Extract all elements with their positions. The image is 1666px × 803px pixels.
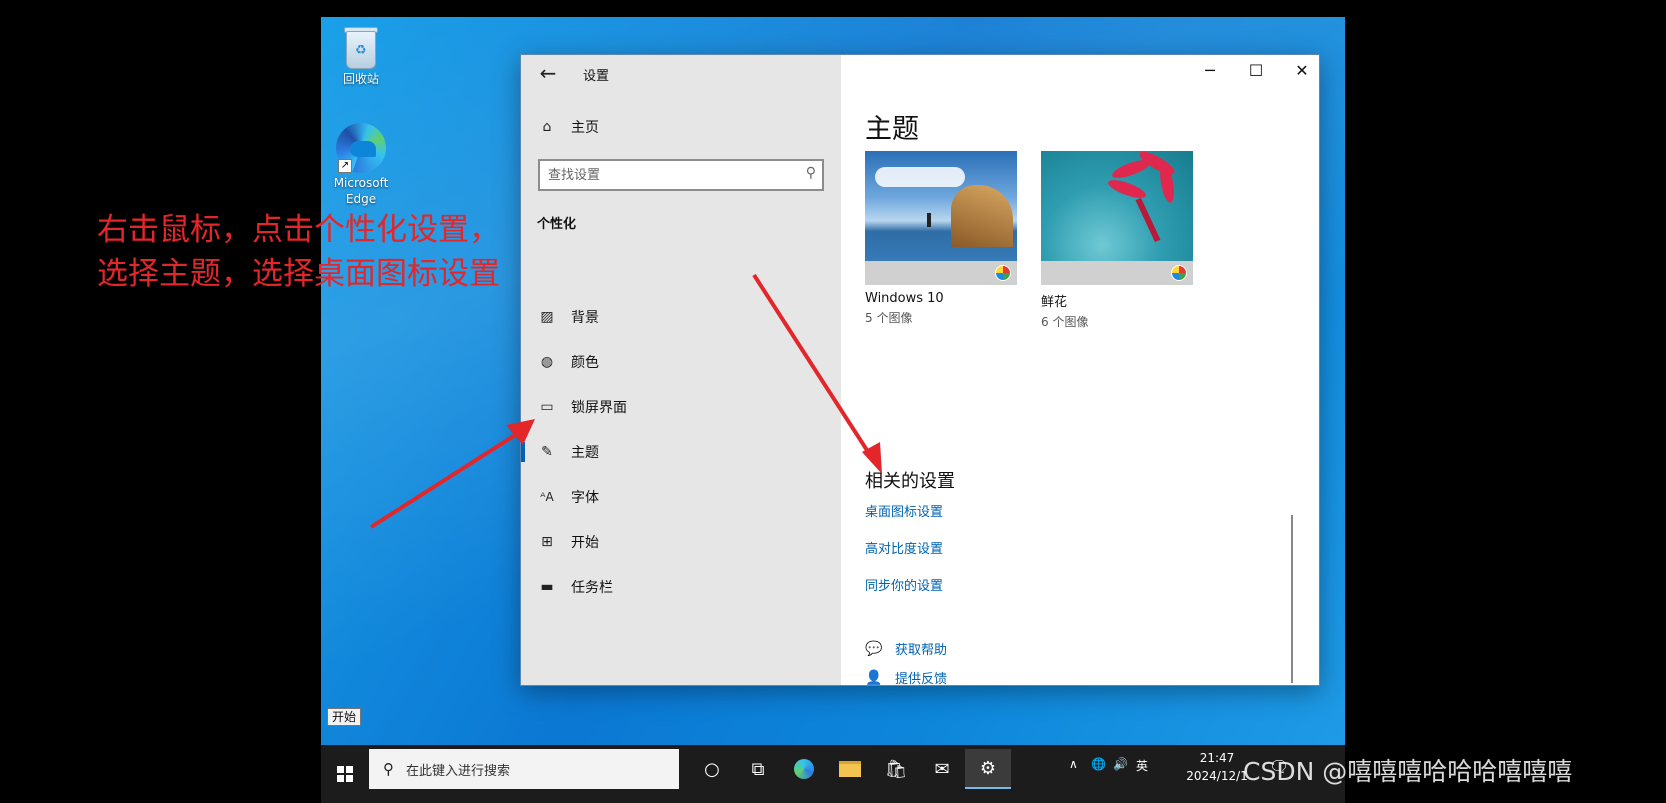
color-wheel-icon (995, 265, 1011, 281)
taskbar-icon: ▬ (540, 579, 554, 595)
network-icon[interactable]: 🌐 (1091, 757, 1106, 771)
image-icon: ▨ (540, 309, 554, 325)
nav-item-start[interactable]: ⊞ 开始 (521, 522, 841, 562)
shortcut-arrow-icon: ↗ (338, 159, 352, 173)
input-language[interactable]: 英 (1136, 757, 1148, 774)
taskbar-search-placeholder: 在此键入进行搜索 (406, 763, 511, 779)
settings-nav: ← 设置 ⌂ 主页 ⚲ 个性化 ▨ 背景 ◍ 颜色 ▭ 锁屏界面 ✎ 主题 (521, 55, 841, 685)
color-wheel-icon (1171, 265, 1187, 281)
nav-item-label: 背景 (571, 310, 599, 326)
section-heading: 个性化 (537, 217, 577, 232)
related-settings-heading: 相关的设置 (865, 471, 955, 492)
nav-item-themes[interactable]: ✎ 主题 (521, 432, 841, 472)
home-icon: ⌂ (542, 119, 552, 135)
taskbar-search[interactable]: ⚲ 在此键入进行搜索 (369, 749, 679, 789)
page-title: 主题 (865, 114, 919, 145)
get-help-label: 获取帮助 (895, 643, 948, 658)
maximize-button[interactable]: ☐ (1233, 55, 1279, 87)
edge-desktop-icon[interactable]: ↗ Microsoft Edge (321, 123, 401, 207)
start-grid-icon: ⊞ (541, 534, 553, 550)
nav-home[interactable]: ⌂ 主页 (521, 107, 841, 147)
give-feedback-label: 提供反馈 (895, 672, 948, 687)
task-view-icon[interactable]: ⧉ (735, 749, 781, 789)
edge-icon: ↗ (336, 123, 386, 173)
theme-image-count: 6 个图像 (1041, 315, 1089, 329)
scrollbar[interactable] (1291, 515, 1293, 683)
file-explorer-icon[interactable] (827, 749, 873, 789)
desktop-icon-settings-link[interactable]: 桌面图标设置 (865, 501, 943, 520)
nav-item-label: 锁屏界面 (571, 400, 627, 416)
high-contrast-settings-link[interactable]: 高对比度设置 (865, 538, 943, 557)
window-title: 设置 (583, 69, 610, 84)
feedback-icon: 👤 (865, 669, 883, 686)
nav-home-label: 主页 (571, 120, 599, 136)
nav-item-lock-screen[interactable]: ▭ 锁屏界面 (521, 387, 841, 427)
active-indicator (521, 442, 525, 462)
cortana-icon[interactable]: ○ (689, 749, 735, 789)
font-icon: ᴬA (540, 490, 554, 504)
theme-card-flowers[interactable]: 鲜花 6 个图像 (1041, 151, 1193, 330)
start-button[interactable] (321, 745, 369, 803)
nav-item-background[interactable]: ▨ 背景 (521, 297, 841, 337)
sync-settings-link[interactable]: 同步你的设置 (865, 575, 943, 594)
nav-item-colors[interactable]: ◍ 颜色 (521, 342, 841, 382)
nav-item-label: 任务栏 (571, 580, 613, 596)
watermark: CSDN @嘻嘻嘻哈哈哈嘻嘻嘻 (1243, 757, 1573, 786)
edge-taskbar-icon[interactable] (781, 749, 827, 789)
arrow-left-icon[interactable]: ← (535, 61, 561, 87)
recycle-bin-icon: ♻ (342, 25, 380, 69)
nav-item-label: 开始 (571, 535, 599, 551)
settings-search[interactable]: ⚲ (538, 159, 824, 191)
theme-image-count: 5 个图像 (865, 311, 913, 325)
give-feedback-link[interactable]: 👤 提供反馈 (865, 668, 948, 688)
annotation-line-1: 右击鼠标，点击个性化设置， (97, 212, 500, 248)
annotation-text: 右击鼠标，点击个性化设置， 选择主题，选择桌面图标设置 (97, 208, 500, 296)
store-icon[interactable]: 🛍 (873, 749, 919, 789)
search-icon: ⚲ (383, 760, 394, 778)
palette-icon: ◍ (540, 354, 554, 370)
recycle-bin-label: 回收站 (342, 72, 379, 86)
search-input[interactable] (548, 161, 788, 189)
theme-thumbnail (865, 151, 1017, 285)
theme-card-windows10[interactable]: Windows 10 5 个图像 (865, 151, 1017, 326)
theme-thumbnail (1041, 151, 1193, 285)
annotation-line-2: 选择主题，选择桌面图标设置 (97, 256, 500, 292)
lock-screen-icon: ▭ (540, 399, 554, 415)
settings-gear-icon[interactable]: ⚙ (965, 749, 1011, 789)
windows-logo-icon (337, 766, 353, 782)
nav-item-label: 颜色 (571, 355, 599, 371)
nav-item-label: 主题 (571, 445, 599, 461)
theme-brush-icon: ✎ (541, 444, 553, 460)
nav-item-label: 字体 (571, 490, 599, 506)
taskbar: ⚲ 在此键入进行搜索 ○ ⧉ 🛍 ✉ ⚙ ∧ 🌐 🔊 英 21:47 2024/… (321, 745, 1345, 803)
theme-name: Windows 10 (865, 291, 944, 306)
start-tooltip: 开始 (327, 708, 361, 726)
search-icon: ⚲ (805, 165, 816, 181)
nav-item-fonts[interactable]: ᴬA 字体 (521, 477, 841, 517)
theme-name: 鲜花 (1041, 295, 1068, 310)
settings-window: ← 设置 ⌂ 主页 ⚲ 个性化 ▨ 背景 ◍ 颜色 ▭ 锁屏界面 ✎ 主题 (520, 54, 1320, 688)
settings-content: ─ ☐ ✕ 主题 Windows 10 5 个图像 鲜花 6 个图像 相关的设置… (841, 55, 1319, 688)
volume-icon[interactable]: 🔊 (1113, 757, 1128, 771)
minimize-button[interactable]: ─ (1187, 55, 1233, 87)
recycle-bin-desktop-icon[interactable]: ♻ 回收站 (321, 25, 401, 87)
edge-label: Microsoft Edge (333, 176, 389, 206)
chevron-up-icon[interactable]: ∧ (1069, 757, 1078, 771)
mail-icon[interactable]: ✉ (919, 749, 965, 789)
nav-item-taskbar[interactable]: ▬ 任务栏 (521, 567, 841, 607)
close-button[interactable]: ✕ (1279, 55, 1325, 87)
get-help-link[interactable]: 💬 获取帮助 (865, 639, 948, 659)
help-chat-icon: 💬 (865, 640, 883, 657)
